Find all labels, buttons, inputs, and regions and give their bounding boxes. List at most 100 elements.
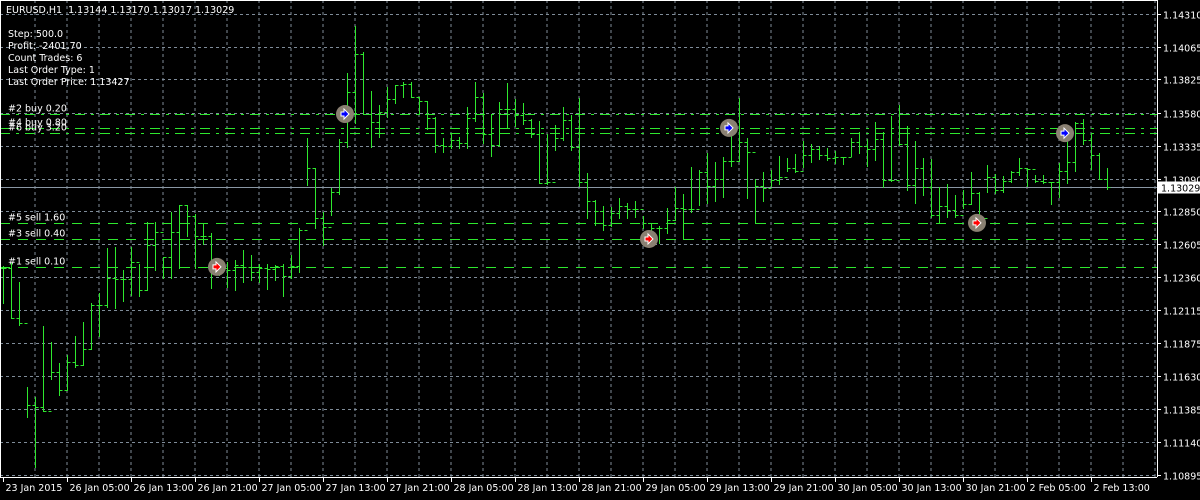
buy-arrow-icon[interactable] <box>720 118 738 137</box>
ohlc-bar <box>944 184 951 218</box>
ohlc-bar <box>312 168 319 229</box>
ohlc-bar <box>296 228 303 273</box>
ohlc-bar <box>184 205 191 237</box>
ohlc-bar <box>560 107 567 141</box>
sell-arrow-icon[interactable] <box>640 229 658 248</box>
ohlc-bar <box>120 270 127 302</box>
ohlc-bar <box>816 146 823 160</box>
buy-arrow-icon[interactable] <box>336 105 354 124</box>
ohlc-bar <box>992 174 999 194</box>
x-tick-label: 27 Jan 21:00 <box>390 483 450 494</box>
x-tick-label: 28 Jan 05:00 <box>454 483 514 494</box>
ohlc-bar <box>752 152 759 224</box>
ohlc-bar <box>488 114 495 157</box>
y-tick-label: 1.13825 <box>1163 76 1200 87</box>
ohlc-bar <box>824 148 831 161</box>
y-tick-label: 1.11630 <box>1163 373 1200 384</box>
x-tick-label: 2 Feb 05:00 <box>1030 483 1086 494</box>
sell-arrow-icon[interactable] <box>968 213 986 232</box>
ohlc-bar <box>168 212 175 279</box>
ohlc-bar <box>128 247 135 296</box>
ohlc-bar <box>712 162 719 202</box>
info-profit: Profit: -2401.70 <box>8 41 82 52</box>
ohlc-bar <box>144 222 151 291</box>
x-tick-label: 27 Jan 13:00 <box>326 483 386 494</box>
order-label: #1 sell 0.10 <box>8 257 65 268</box>
ohlc-bar <box>256 264 263 283</box>
y-tick-label: 1.11875 <box>1163 340 1200 351</box>
order-label: #2 buy 0.20 <box>8 104 67 115</box>
info-last-order-type: Last Order Type: 1 <box>8 65 95 76</box>
ohlc-bar <box>888 116 895 182</box>
buy-arrow-icon[interactable] <box>1056 124 1074 143</box>
y-tick-label: 1.11385 <box>1163 406 1200 417</box>
ohlc-bar <box>336 139 343 195</box>
ohlc-bar <box>496 102 503 147</box>
x-tick-label: 27 Jan 05:00 <box>262 483 322 494</box>
x-tick-label: 29 Jan 05:00 <box>646 483 706 494</box>
sell-arrow-icon[interactable] <box>208 257 226 276</box>
ohlc-bar <box>544 134 551 185</box>
price-chart[interactable]: #2 buy 0.20#4 buy 0.80#6 buy 3.20#5 sell… <box>0 0 1200 500</box>
x-tick-label: 29 Jan 13:00 <box>710 483 770 494</box>
ohlc-bar <box>72 336 79 368</box>
ohlc-bar <box>1032 169 1039 183</box>
ohlc-bar <box>1104 168 1111 190</box>
x-tick-label: 30 Jan 05:00 <box>838 483 898 494</box>
ohlc-bar <box>984 165 991 219</box>
ohlc-bar <box>432 117 439 153</box>
ohlc-bar <box>536 121 543 184</box>
ohlc-bar <box>744 138 751 199</box>
x-tick-label: 23 Jan 2015 <box>6 483 63 494</box>
ohlc-bar <box>968 172 975 205</box>
ohlc-bar <box>1072 122 1079 172</box>
ohlc-bar <box>776 156 783 185</box>
trade-markers <box>208 105 1074 276</box>
ohlc-bar <box>112 247 119 309</box>
info-step: Step: 500.0 <box>8 29 64 40</box>
ohlc-bar <box>504 83 511 128</box>
ohlc-bar <box>600 206 607 231</box>
ohlc-bar <box>360 52 367 115</box>
y-tick-label: 1.10895 <box>1163 472 1200 483</box>
ohlc-bar <box>320 212 327 246</box>
ohlc-bar <box>240 250 247 283</box>
y-tick-label: 1.11140 <box>1163 439 1200 450</box>
ohlc-bar <box>104 248 111 308</box>
ohlc-bar <box>64 355 71 391</box>
ohlc-bar <box>872 122 879 161</box>
chart-title: EURUSD,H1 1.13144 1.13170 1.13017 1.1302… <box>6 5 235 16</box>
ohlc-bar <box>848 138 855 158</box>
ohlc-bar <box>672 187 679 221</box>
ohlc-bar <box>152 222 159 271</box>
ohlc-bar <box>912 141 919 204</box>
ohlc-bar <box>1016 158 1023 176</box>
x-tick-label: 26 Jan 13:00 <box>134 483 194 494</box>
ohlc-bar <box>696 170 703 210</box>
x-tick-label: 30 Jan 21:00 <box>966 483 1026 494</box>
ohlc-bar <box>952 195 959 218</box>
ohlc-bar <box>840 157 847 165</box>
ohlc-bar <box>784 158 791 178</box>
x-tick-label: 26 Jan 21:00 <box>198 483 258 494</box>
ohlc-bar <box>304 138 311 231</box>
ohlc-bar <box>280 264 287 297</box>
ohlc-bar <box>56 363 63 396</box>
ohlc-bar <box>392 85 399 104</box>
ohlc-bar <box>856 132 863 154</box>
y-tick-label: 1.14065 <box>1163 44 1200 55</box>
ohlc-bar <box>1080 119 1087 145</box>
order-label: #5 sell 1.60 <box>8 213 65 224</box>
ohlc-bar <box>400 82 407 98</box>
ohlc-bar <box>424 101 431 130</box>
ohlc-bar <box>808 144 815 163</box>
x-tick-label: 2 Feb 13:00 <box>1094 483 1150 494</box>
x-tick-label: 28 Jan 13:00 <box>518 483 578 494</box>
y-tick-label: 1.13580 <box>1163 110 1200 121</box>
ohlc-bar <box>352 26 359 124</box>
ohlc-bar <box>592 200 599 226</box>
ohlc-bar <box>800 141 807 172</box>
info-count-trades: Count Trades: 6 <box>8 53 83 64</box>
ohlc-bar <box>664 208 671 234</box>
x-tick-label: 29 Jan 21:00 <box>774 483 834 494</box>
